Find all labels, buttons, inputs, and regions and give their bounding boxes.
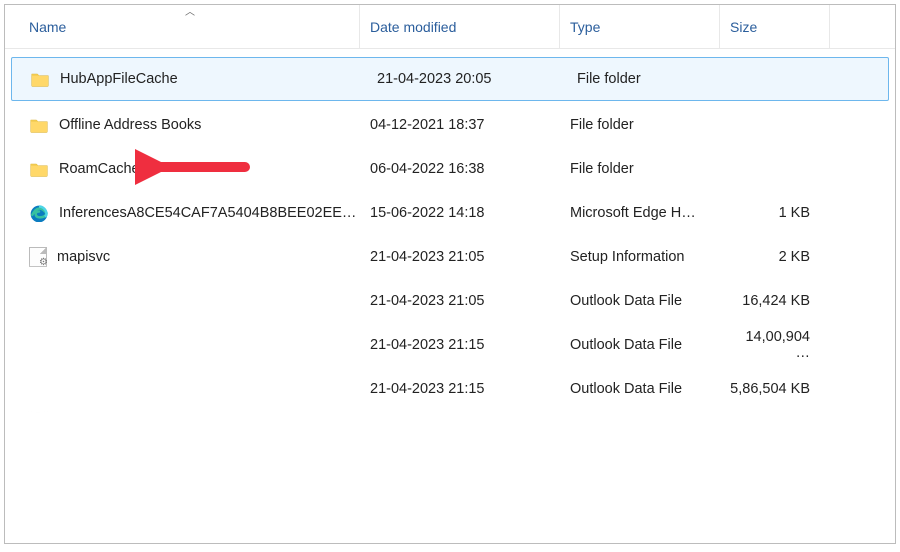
file-explorer: ︿ Name Date modified Type Size HubAppFil… — [4, 4, 896, 544]
redacted-area — [15, 271, 355, 411]
column-header-type-label: Type — [570, 19, 600, 35]
file-type: Outlook Data File — [560, 293, 720, 309]
file-row[interactable]: RoamCache 06-04-2022 16:38 File folder — [5, 147, 895, 191]
file-size: 16,424 KB — [720, 293, 830, 309]
file-name: RoamCache — [59, 161, 140, 177]
sort-ascending-icon: ︿ — [185, 3, 195, 18]
file-size: 1 KB — [720, 205, 830, 221]
folder-icon — [30, 70, 50, 88]
folder-icon — [29, 116, 49, 134]
file-type: File folder — [560, 161, 720, 177]
column-header-name[interactable]: Name — [5, 5, 360, 48]
file-date: 21-04-2023 21:15 — [360, 337, 560, 353]
file-name: InferencesA8CE54CAF7A5404B8BEE02EE… — [59, 205, 356, 221]
file-date: 21-04-2023 21:05 — [360, 293, 560, 309]
file-date: 15-06-2022 14:18 — [360, 205, 560, 221]
file-date: 21-04-2023 21:15 — [360, 381, 560, 397]
file-date: 21-04-2023 21:05 — [360, 249, 560, 265]
file-name: mapisvc — [57, 249, 110, 265]
file-type: File folder — [560, 117, 720, 133]
file-type: Outlook Data File — [560, 337, 720, 353]
file-type: Microsoft Edge H… — [560, 205, 720, 221]
file-size: 14,00,904 … — [720, 329, 830, 361]
file-type: Outlook Data File — [560, 381, 720, 397]
column-header-name-label: Name — [29, 19, 66, 35]
file-row[interactable]: Offline Address Books 04-12-2021 18:37 F… — [5, 103, 895, 147]
column-header-date[interactable]: Date modified — [360, 5, 560, 48]
file-name: Offline Address Books — [59, 117, 201, 133]
file-name: HubAppFileCache — [60, 71, 178, 87]
folder-icon — [29, 160, 49, 178]
column-header-row: Name Date modified Type Size — [5, 5, 895, 49]
file-size: 5,86,504 KB — [720, 381, 830, 397]
file-type: Setup Information — [560, 249, 720, 265]
file-date: 21-04-2023 20:05 — [367, 71, 567, 87]
file-row[interactable]: InferencesA8CE54CAF7A5404B8BEE02EE… 15-0… — [5, 191, 895, 235]
column-header-size-label: Size — [730, 19, 757, 35]
file-row[interactable]: HubAppFileCache 21-04-2023 20:05 File fo… — [11, 57, 889, 101]
file-size: 2 KB — [720, 249, 830, 265]
file-date: 04-12-2021 18:37 — [360, 117, 560, 133]
file-date: 06-04-2022 16:38 — [360, 161, 560, 177]
column-header-date-label: Date modified — [370, 19, 456, 35]
file-type: File folder — [567, 71, 727, 87]
edge-icon — [29, 204, 49, 222]
column-header-type[interactable]: Type — [560, 5, 720, 48]
setup-file-icon — [29, 247, 47, 267]
column-header-size[interactable]: Size — [720, 5, 830, 48]
